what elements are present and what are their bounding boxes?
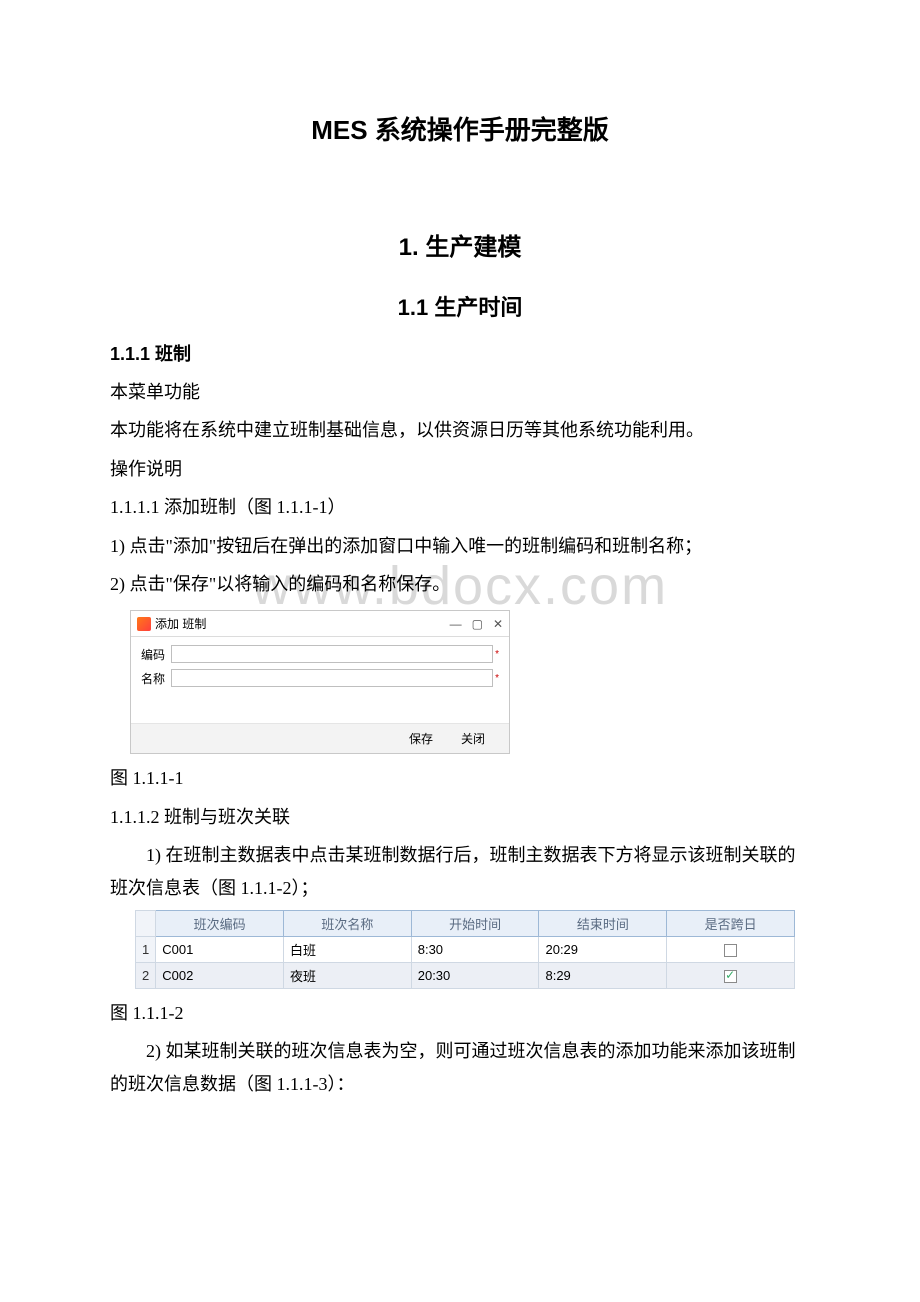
close-button[interactable]: 关闭	[461, 730, 485, 747]
cell-start: 20:30	[411, 962, 539, 988]
paragraph: 操作说明	[110, 453, 810, 485]
dialog-title: 添加 班制	[155, 615, 206, 632]
heading-1: 1. 生产建模	[110, 227, 810, 262]
name-label: 名称	[141, 670, 171, 687]
col-header[interactable]: 是否跨日	[667, 910, 795, 936]
rownum-header	[136, 910, 156, 936]
window-close-icon[interactable]: ✕	[493, 617, 503, 631]
code-input[interactable]	[171, 645, 493, 663]
required-star-icon: *	[495, 673, 499, 684]
cell-name: 夜班	[283, 962, 411, 988]
cell-end: 8:29	[539, 962, 667, 988]
paragraph: 2) 如某班制关联的班次信息表为空，则可通过班次信息表的添加功能来添加该班制的班…	[110, 1035, 810, 1100]
cell-end: 20:29	[539, 936, 667, 962]
paragraph: 1.1.1.1 添加班制（图 1.1.1-1）	[110, 491, 810, 523]
name-input[interactable]	[171, 669, 493, 687]
col-header[interactable]: 班次名称	[283, 910, 411, 936]
checkbox-icon[interactable]	[724, 970, 737, 983]
paragraph: 1) 在班制主数据表中点击某班制数据行后，班制主数据表下方将显示该班制关联的班次…	[110, 839, 810, 904]
save-button[interactable]: 保存	[409, 730, 433, 747]
cell-cross	[667, 936, 795, 962]
col-header[interactable]: 班次编码	[156, 910, 284, 936]
code-label: 编码	[141, 646, 171, 663]
document-title: MES 系统操作手册完整版	[110, 110, 810, 147]
table-row[interactable]: 1 C001 白班 8:30 20:29	[136, 936, 795, 962]
cell-start: 8:30	[411, 936, 539, 962]
figure-caption: 图 1.1.1-2	[110, 997, 810, 1029]
cell-cross	[667, 962, 795, 988]
dialog-titlebar: 添加 班制 — ▢ ✕	[131, 611, 509, 637]
paragraph: 本功能将在系统中建立班制基础信息，以供资源日历等其他系统功能利用。	[110, 414, 810, 446]
paragraph: 本菜单功能	[110, 376, 810, 408]
window-minimize-icon[interactable]: —	[450, 617, 462, 631]
shift-table: 班次编码 班次名称 开始时间 结束时间 是否跨日 1 C001 白班 8:30 …	[135, 910, 795, 989]
col-header[interactable]: 开始时间	[411, 910, 539, 936]
cell-name: 白班	[283, 936, 411, 962]
required-star-icon: *	[495, 649, 499, 660]
table-row[interactable]: 2 C002 夜班 20:30 8:29	[136, 962, 795, 988]
heading-3: 1.1.1 班制	[110, 340, 810, 366]
cell-code: C001	[156, 936, 284, 962]
rownum-cell: 1	[136, 936, 156, 962]
add-dialog: 添加 班制 — ▢ ✕ 编码 * 名称 * 保存 关闭	[130, 610, 510, 754]
heading-2: 1.1 生产时间	[110, 290, 810, 322]
figure-caption: 图 1.1.1-1	[110, 762, 810, 794]
app-icon	[137, 617, 151, 631]
window-maximize-icon[interactable]: ▢	[472, 617, 483, 631]
paragraph: 1) 点击"添加"按钮后在弹出的添加窗口中输入唯一的班制编码和班制名称；	[110, 530, 810, 562]
paragraph: 2) 点击"保存"以将输入的编码和名称保存。	[110, 568, 810, 600]
cell-code: C002	[156, 962, 284, 988]
paragraph: 1.1.1.2 班制与班次关联	[110, 801, 810, 833]
checkbox-icon[interactable]	[724, 944, 737, 957]
col-header[interactable]: 结束时间	[539, 910, 667, 936]
rownum-cell: 2	[136, 962, 156, 988]
